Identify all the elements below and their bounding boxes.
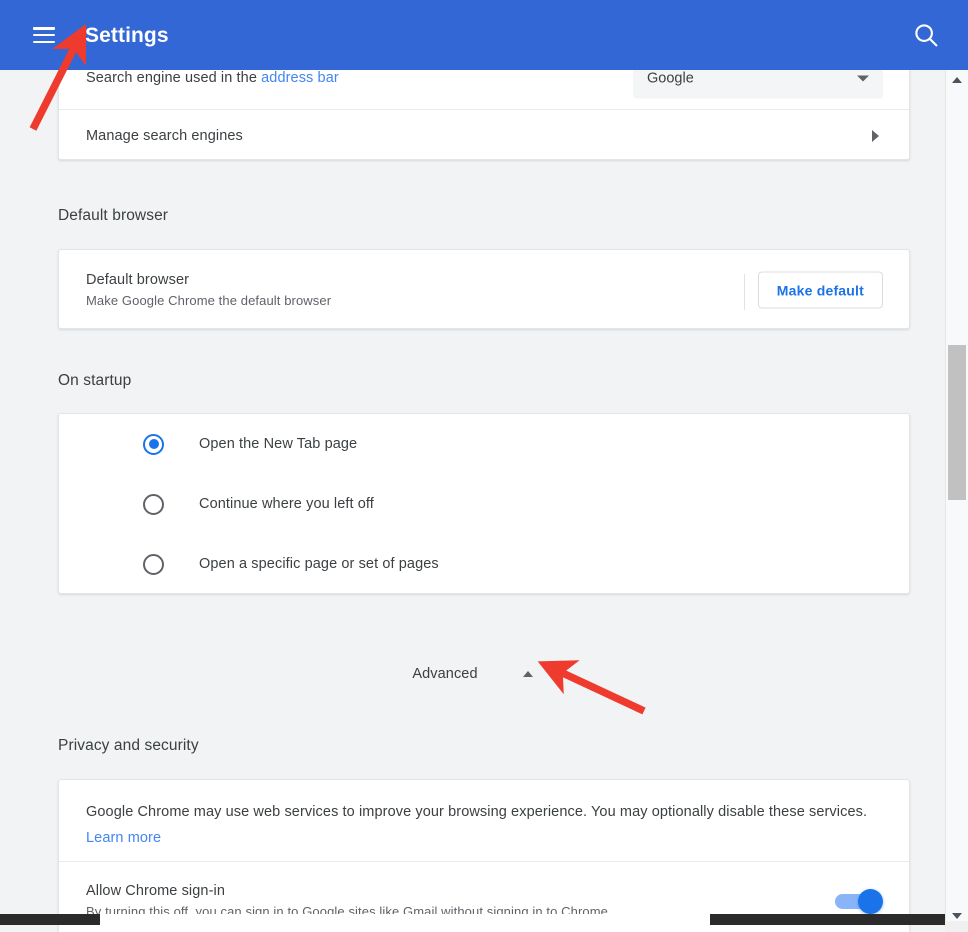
privacy-card: Google Chrome may use web services to im…	[58, 779, 910, 932]
row-separator	[744, 274, 745, 310]
on-startup-card: Open the New Tab page Continue where you…	[58, 413, 910, 594]
manage-search-engines-label: Manage search engines	[86, 127, 243, 144]
privacy-section-title: Privacy and security	[58, 737, 199, 754]
radio-button-icon[interactable]	[143, 493, 164, 515]
page-title: Settings	[85, 23, 169, 47]
learn-more-link[interactable]: Learn more	[86, 830, 161, 846]
horizontal-scrollbar[interactable]	[0, 914, 945, 925]
hamburger-menu-icon[interactable]	[33, 27, 55, 43]
radio-button-selected-icon[interactable]	[143, 433, 164, 455]
startup-option-new-tab[interactable]: Open the New Tab page	[59, 414, 909, 474]
startup-option-label: Continue where you left off	[199, 496, 374, 512]
startup-option-label: Open the New Tab page	[199, 436, 358, 452]
startup-option-continue[interactable]: Continue where you left off	[59, 474, 909, 534]
horizontal-scrollbar-thumb[interactable]	[100, 914, 710, 925]
allow-chrome-signin-title: Allow Chrome sign-in	[86, 883, 225, 899]
scrollbar-corner	[945, 921, 968, 932]
vertical-scrollbar[interactable]	[945, 70, 968, 925]
scroll-up-arrow-icon[interactable]	[946, 70, 968, 89]
chevron-up-icon	[522, 671, 533, 677]
default-browser-section-title: Default browser	[58, 207, 169, 224]
privacy-description: Google Chrome may use web services to im…	[86, 799, 881, 851]
search-engine-label-prefix: Search engine used in the	[86, 70, 262, 86]
default-browser-row-title: Default browser	[86, 272, 190, 288]
radio-button-icon[interactable]	[143, 553, 164, 575]
make-default-button[interactable]: Make default	[757, 271, 883, 309]
settings-content-pane: Search engine used in the address bar Go…	[0, 0, 945, 932]
chevron-right-icon	[872, 129, 879, 142]
startup-option-label: Open a specific page or set of pages	[199, 556, 439, 572]
vertical-scrollbar-thumb[interactable]	[948, 345, 966, 500]
toggle-knob	[858, 889, 883, 914]
search-engine-selected-value: Google	[647, 70, 694, 86]
default-browser-card: Default browser Make Google Chrome the d…	[58, 249, 910, 329]
manage-search-engines-row[interactable]: Manage search engines	[59, 110, 909, 161]
chevron-down-icon	[857, 75, 869, 81]
address-bar-link[interactable]: address bar	[261, 70, 339, 86]
advanced-toggle-row[interactable]: Advanced	[0, 660, 945, 688]
app-header: Settings	[0, 0, 968, 70]
advanced-label: Advanced	[412, 666, 478, 682]
default-browser-row-subtitle: Make Google Chrome the default browser	[86, 293, 332, 308]
allow-chrome-signin-toggle[interactable]	[835, 889, 883, 914]
startup-option-specific-page[interactable]: Open a specific page or set of pages	[59, 534, 909, 594]
default-browser-row: Default browser Make Google Chrome the d…	[59, 250, 909, 330]
settings-window: Search engine used in the address bar Go…	[0, 0, 968, 932]
on-startup-section-title: On startup	[58, 372, 132, 389]
search-icon[interactable]	[911, 20, 941, 50]
privacy-description-text: Google Chrome may use web services to im…	[86, 804, 868, 820]
